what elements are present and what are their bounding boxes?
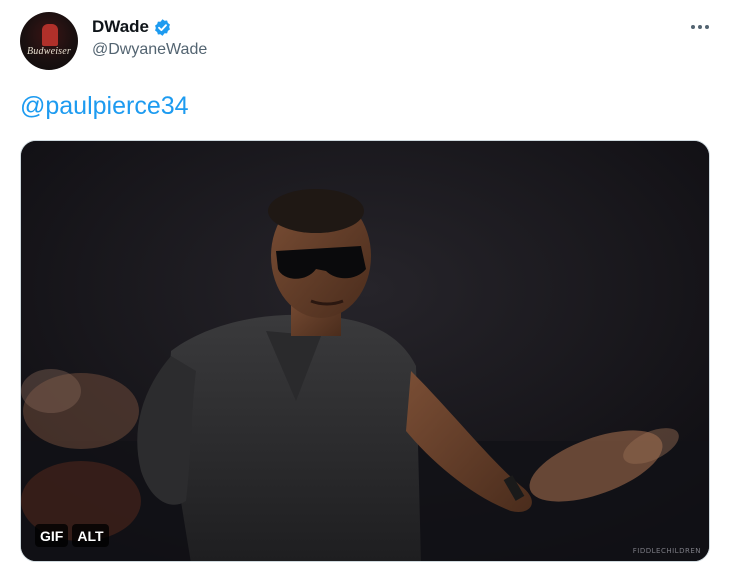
gif-badge: GIF xyxy=(35,524,69,547)
more-options-button[interactable] xyxy=(688,16,712,38)
alt-text-button[interactable]: ALT xyxy=(72,524,109,547)
author-display-name[interactable]: DWade xyxy=(92,17,149,37)
mention-link[interactable]: @paulpierce34 xyxy=(20,92,189,120)
gif-frame-image xyxy=(21,141,709,561)
tweet-text: @paulpierce34 xyxy=(20,90,189,122)
author-handle[interactable]: @DwyaneWade xyxy=(92,41,207,59)
avatar[interactable]: Budweiser xyxy=(20,12,78,70)
gif-watermark: FIDDLECHILDREN xyxy=(632,547,701,555)
more-horizontal-icon xyxy=(691,25,709,29)
author-info: DWade @DwyaneWade xyxy=(92,16,207,59)
media-badges: GIF ALT xyxy=(35,524,109,547)
gif-media[interactable]: GIF ALT FIDDLECHILDREN xyxy=(20,140,710,562)
verified-badge-icon xyxy=(153,18,172,37)
tweet: Budweiser DWade @DwyaneWade @paulpierce3… xyxy=(0,0,730,563)
avatar-logo-text: Budweiser xyxy=(26,46,72,57)
display-name-row: DWade xyxy=(92,16,207,38)
avatar-figure xyxy=(42,24,58,46)
